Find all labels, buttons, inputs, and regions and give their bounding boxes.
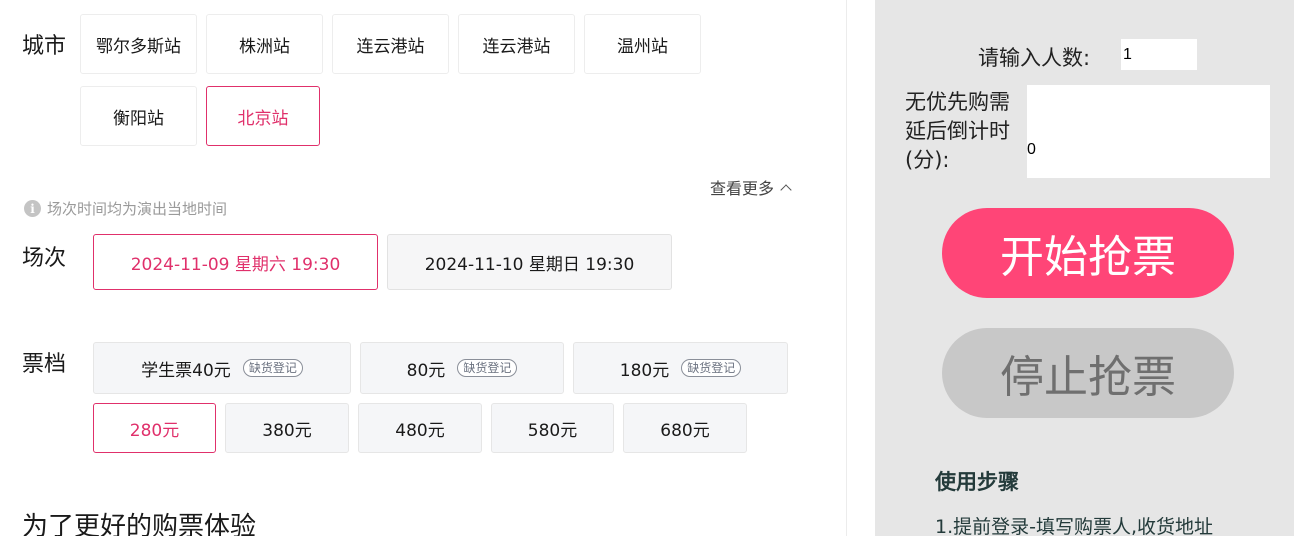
tier-price: 280元	[129, 420, 180, 441]
city-option-hengyang[interactable]: 衡阳站	[80, 86, 197, 146]
out-of-stock-register-badge[interactable]: 缺货登记	[457, 359, 518, 377]
stop-grab-button[interactable]: 停止抢票	[942, 328, 1234, 418]
view-more-toggle[interactable]: 查看更多	[710, 175, 792, 199]
tier-price: 学生票40元	[141, 360, 231, 381]
tier-option-280[interactable]: 280元	[93, 403, 216, 453]
session-label: 场次	[22, 246, 67, 271]
ticket-grab-panel: 请输入人数: 无优先购需延后倒计时(分): 开始抢票 停止抢票 使用步骤 1.提…	[875, 0, 1294, 536]
tier-option-480[interactable]: 480元	[358, 403, 482, 453]
tier-price: 580元	[527, 420, 578, 441]
timezone-notice: i 场次时间均为演出当地时间	[24, 198, 227, 219]
view-more-label: 查看更多	[710, 179, 775, 198]
start-grab-button[interactable]: 开始抢票	[942, 208, 1234, 298]
info-icon: i	[24, 200, 41, 217]
usage-steps-title: 使用步骤	[935, 470, 1019, 494]
out-of-stock-register-badge[interactable]: 缺货登记	[681, 359, 742, 377]
tier-option-680[interactable]: 680元	[623, 403, 747, 453]
tier-price: 380元	[262, 420, 312, 441]
session-option-1110[interactable]: 2024-11-10 星期日 19:30	[387, 234, 672, 290]
tier-price: 680元	[660, 420, 710, 441]
city-option-beijing[interactable]: 北京站	[206, 86, 320, 146]
chevron-up-icon	[780, 183, 792, 196]
people-count-label: 请输入人数:	[978, 46, 1091, 70]
tier-option-student-40[interactable]: 学生票40元 缺货登记	[93, 342, 351, 394]
section-heading: 为了更好的购票体验	[22, 512, 257, 536]
delay-countdown-label: 无优先购需延后倒计时(分):	[905, 90, 1010, 172]
city-option-lianyungang[interactable]: 连云港站	[332, 14, 449, 74]
city-option-zhuzhou[interactable]: 株洲站	[206, 14, 323, 74]
city-option-wenzhou[interactable]: 温州站	[584, 14, 701, 74]
city-option-ordos[interactable]: 鄂尔多斯站	[80, 14, 197, 74]
city-label: 城市	[22, 34, 67, 59]
tier-option-180[interactable]: 180元 缺货登记	[573, 342, 788, 394]
tier-option-580[interactable]: 580元	[491, 403, 614, 453]
city-option-lianyungang-2[interactable]: 连云港站	[458, 14, 575, 74]
tier-price: 480元	[395, 420, 445, 441]
tier-option-380[interactable]: 380元	[225, 403, 349, 453]
event-detail-panel: 城市 鄂尔多斯站 株洲站 连云港站 连云港站 温州站 衡阳站 北京站 查看更多 …	[0, 0, 846, 536]
timezone-notice-text: 场次时间均为演出当地时间	[47, 200, 228, 218]
tier-label: 票档	[22, 352, 67, 377]
tier-price: 180元	[619, 360, 670, 381]
delay-countdown-input[interactable]	[1027, 85, 1270, 178]
usage-step-1: 1.提前登录-填写购票人,收货地址	[935, 516, 1214, 536]
people-count-input[interactable]	[1121, 39, 1197, 70]
panel-divider	[846, 0, 847, 536]
tier-option-80[interactable]: 80元 缺货登记	[360, 342, 564, 394]
session-option-1109[interactable]: 2024-11-09 星期六 19:30	[93, 234, 378, 290]
tier-price: 80元	[406, 360, 446, 381]
out-of-stock-register-badge[interactable]: 缺货登记	[242, 359, 303, 377]
